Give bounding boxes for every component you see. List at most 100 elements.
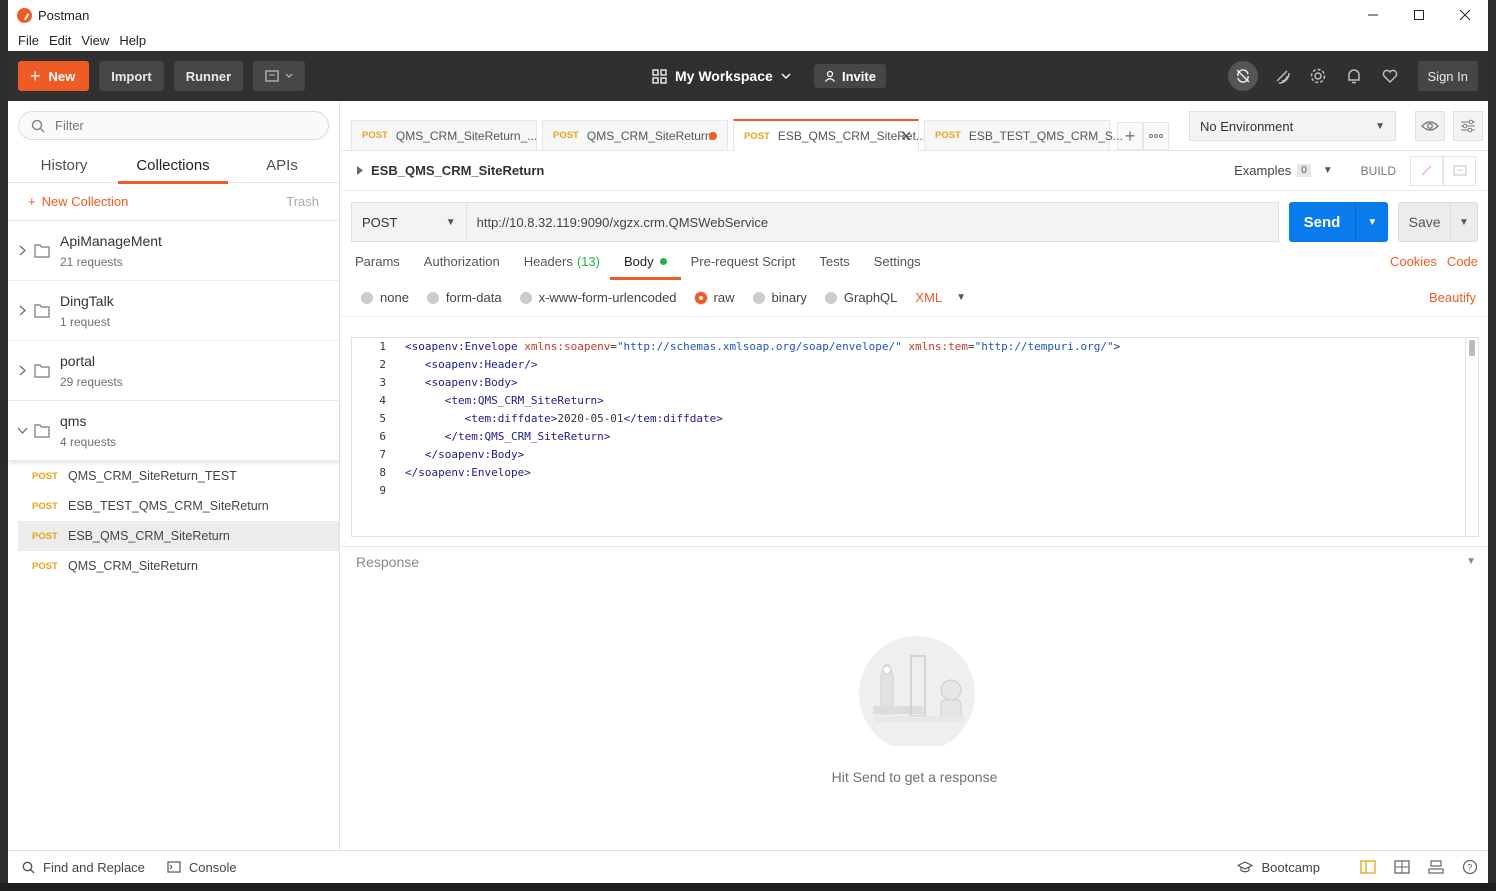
new-collection-label: New Collection	[41, 194, 129, 209]
notifications-bell-icon[interactable]	[1342, 64, 1366, 88]
tab-method: POST	[935, 130, 961, 141]
chevron-right-icon[interactable]	[10, 305, 34, 316]
method-select[interactable]: POST ▼	[351, 202, 467, 242]
grid-icon	[652, 68, 667, 84]
workspace-switcher[interactable]: My Workspace	[652, 61, 791, 91]
close-tab-icon[interactable]: ✕	[900, 128, 912, 145]
radio-label: x-www-form-urlencoded	[538, 290, 677, 305]
comments-icon[interactable]	[1443, 155, 1476, 186]
minimize-button[interactable]	[1350, 0, 1396, 30]
new-button[interactable]: + New	[18, 61, 90, 91]
examples-label: Examples	[1234, 163, 1292, 178]
background-terminal-strip	[0, 883, 1496, 891]
radio-binary[interactable]: binary	[752, 290, 807, 305]
request-item[interactable]: POST QMS_CRM_SiteReturn	[18, 551, 339, 581]
edit-pencil-icon[interactable]	[1410, 155, 1443, 186]
satellite-icon[interactable]	[1270, 64, 1294, 88]
close-window-button[interactable]	[1442, 0, 1488, 30]
save-options-dropdown[interactable]: ▼	[1451, 203, 1477, 241]
radio-form-data[interactable]: form-data	[426, 290, 502, 305]
console-button[interactable]: Console	[167, 860, 237, 875]
sync-off-icon[interactable]	[1227, 61, 1258, 91]
request-tab-active[interactable]: POST ESB_QMS_CRM_SiteRet... ✕	[733, 119, 926, 151]
code-editor[interactable]: 1 2 3 4 5 6 7 8 9 <soapenv:Envelope xmln…	[351, 337, 1479, 537]
xml-tag: <tem:diffdate>	[464, 412, 558, 425]
code-link[interactable]: Code	[1447, 254, 1478, 269]
collection-item[interactable]: ApiManageMent 21 requests	[8, 221, 339, 281]
tab-headers[interactable]: Headers (13)	[524, 243, 600, 279]
radio-urlencoded[interactable]: x-www-form-urlencoded	[519, 290, 677, 305]
tab-settings[interactable]: Settings	[874, 243, 921, 279]
collection-item[interactable]: DingTalk 1 request	[8, 281, 339, 341]
radio-graphql[interactable]: GraphQL	[824, 290, 897, 305]
layout-icon[interactable]	[1394, 860, 1410, 874]
line-number: 9	[379, 484, 386, 497]
environment-select[interactable]: No Environment ▼	[1189, 111, 1396, 141]
tab-params[interactable]: Params	[355, 243, 400, 279]
xml-value: "http://schemas.xmlsoap.org/soap/envelop…	[616, 340, 902, 353]
tab-apis[interactable]: APIs	[256, 148, 308, 183]
chevron-right-icon[interactable]	[10, 365, 34, 376]
two-pane-view-icon[interactable]	[1360, 860, 1376, 874]
tab-prerequest-script[interactable]: Pre-request Script	[691, 243, 796, 279]
collection-item-expanded[interactable]: qms 4 requests	[8, 401, 339, 461]
manage-environments-button[interactable]	[1453, 111, 1483, 141]
tab-tests[interactable]: Tests	[819, 243, 849, 279]
body-label: Body	[623, 253, 654, 269]
heart-icon[interactable]	[1378, 64, 1402, 88]
tab-collections[interactable]: Collections	[118, 148, 228, 184]
new-collection-button[interactable]: + New Collection	[28, 194, 128, 209]
runner-button[interactable]: Runner	[173, 61, 244, 91]
chevron-right-icon[interactable]	[10, 245, 34, 256]
menu-edit[interactable]: Edit	[44, 33, 76, 48]
examples-dropdown[interactable]: Examples 0 ▼	[1234, 163, 1333, 178]
chevron-down-icon[interactable]	[10, 427, 34, 434]
url-input[interactable]: http://10.8.32.119:9090/xgzx.crm.QMSWebS…	[466, 202, 1279, 242]
filter-input[interactable]	[55, 118, 295, 133]
save-button[interactable]: Save	[1399, 203, 1451, 241]
more-tabs-button[interactable]	[1143, 122, 1169, 150]
radio-raw[interactable]: raw	[694, 290, 735, 305]
caret-right-icon[interactable]	[357, 166, 363, 175]
console-icon	[167, 861, 181, 873]
send-options-dropdown[interactable]: ▼	[1356, 202, 1388, 242]
request-tab[interactable]: POST QMS_CRM_SiteReturn_...	[351, 120, 537, 150]
request-item[interactable]: POST ESB_TEST_QMS_CRM_SiteReturn	[18, 491, 339, 521]
sign-in-button[interactable]: Sign In	[1417, 61, 1478, 91]
trash-link[interactable]: Trash	[286, 194, 319, 209]
beautify-link[interactable]: Beautify	[1429, 290, 1476, 305]
collection-count: 4 requests	[60, 434, 117, 449]
import-button[interactable]: Import	[99, 61, 164, 91]
bootcamp-button[interactable]: Bootcamp	[1237, 860, 1320, 875]
environment-value: No Environment	[1200, 118, 1294, 134]
response-header[interactable]: Response ▼	[341, 546, 1488, 576]
find-replace-button[interactable]: Find and Replace	[22, 860, 145, 875]
api-network-icon[interactable]	[1428, 860, 1444, 874]
collection-item[interactable]: portal 29 requests	[8, 341, 339, 401]
environment-quick-look-button[interactable]	[1415, 111, 1445, 141]
collection-name: DingTalk	[60, 292, 114, 309]
collection-name: ApiManageMent	[60, 232, 162, 249]
cookies-link[interactable]: Cookies	[1390, 254, 1437, 269]
settings-gear-icon[interactable]	[1306, 64, 1330, 88]
request-item-selected[interactable]: POST ESB_QMS_CRM_SiteReturn	[18, 521, 339, 551]
menu-view[interactable]: View	[76, 33, 114, 48]
request-item[interactable]: POST QMS_CRM_SiteReturn_TEST	[18, 461, 339, 491]
radio-none[interactable]: none	[361, 290, 409, 305]
menu-help[interactable]: Help	[114, 33, 151, 48]
maximize-button[interactable]	[1396, 0, 1442, 30]
menu-file[interactable]: File	[13, 33, 44, 48]
invite-button[interactable]: Invite	[814, 64, 886, 88]
tab-authorization[interactable]: Authorization	[424, 243, 500, 279]
empty-response-text: Hit Send to get a response	[831, 769, 998, 785]
xml-value: "http://tempuri.org/"	[974, 340, 1114, 353]
tab-body[interactable]: Body	[610, 243, 681, 280]
request-tab[interactable]: POST QMS_CRM_SiteReturn	[542, 120, 728, 150]
send-button[interactable]: Send	[1289, 202, 1357, 242]
body-format-select[interactable]: XML ▼	[915, 290, 966, 305]
request-tab[interactable]: POST ESB_TEST_QMS_CRM_S...	[924, 120, 1123, 150]
editor-scrollbar[interactable]	[1469, 340, 1475, 356]
tab-history[interactable]: History	[28, 148, 100, 183]
new-window-button[interactable]	[253, 61, 306, 91]
help-icon[interactable]: ?	[1462, 859, 1478, 875]
